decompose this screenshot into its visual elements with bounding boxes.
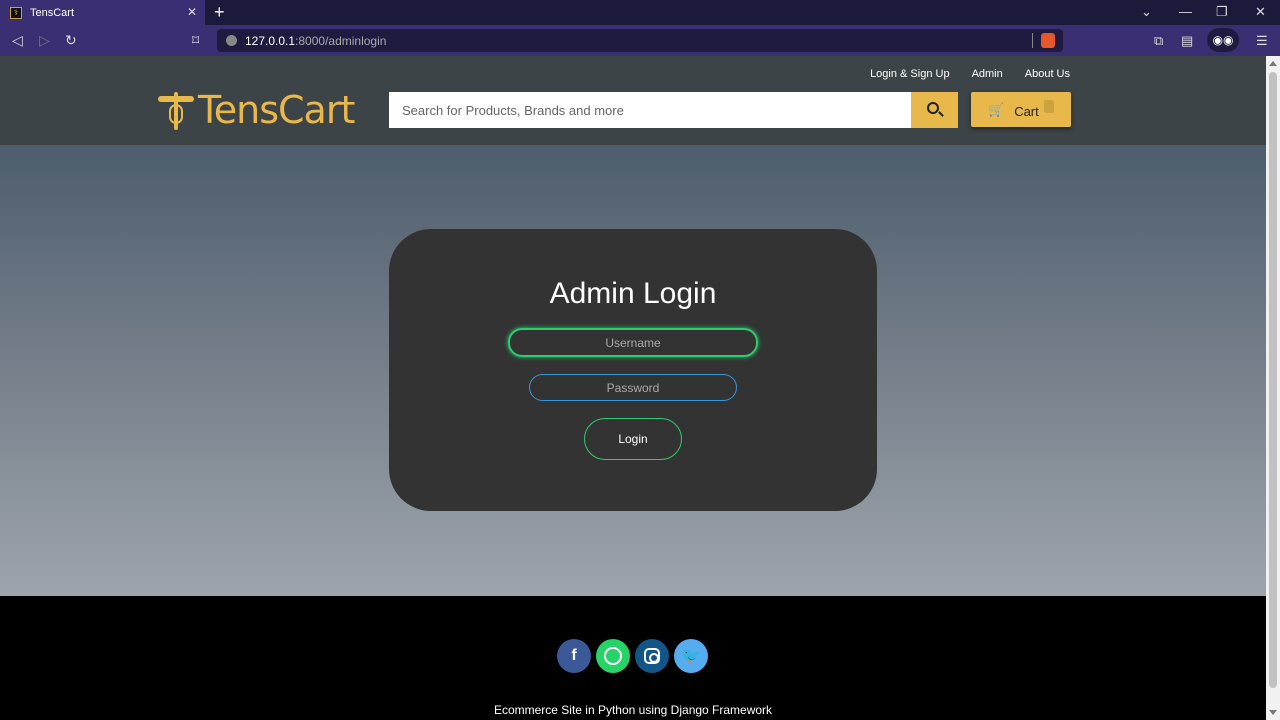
- search-icon: [926, 102, 939, 114]
- scroll-up-icon[interactable]: [1269, 61, 1277, 66]
- forward-icon[interactable]: ▷: [39, 32, 50, 49]
- menu-icon[interactable]: ☰: [1256, 33, 1268, 49]
- url-separator: [1032, 33, 1033, 48]
- social-links: f 🐦: [557, 639, 708, 673]
- username-input[interactable]: [508, 328, 758, 357]
- url-path: :8000/adminlogin: [295, 33, 387, 48]
- footer-caption: Ecommerce Site in Python using Django Fr…: [493, 703, 773, 717]
- extensions-icon[interactable]: ⧉: [1154, 33, 1163, 49]
- cart-badge: [1044, 100, 1054, 113]
- site-info-icon[interactable]: [226, 35, 237, 46]
- main-content: Admin Login Login: [0, 145, 1266, 596]
- tab-close-icon[interactable]: ✕: [187, 5, 197, 19]
- page-scrollbar[interactable]: [1266, 56, 1280, 720]
- login-title: Admin Login: [549, 277, 717, 310]
- nav-login-signup-link[interactable]: Login & Sign Up: [870, 68, 950, 80]
- site-header: Login & Sign Up Admin About Us TensCart …: [0, 56, 1266, 145]
- nav-admin-link[interactable]: Admin: [972, 68, 1003, 80]
- brave-shields-icon[interactable]: [1041, 33, 1055, 48]
- caduceus-icon: [158, 90, 194, 130]
- tab-title: TensCart: [30, 6, 75, 19]
- scrollbar-thumb[interactable]: [1269, 72, 1277, 688]
- search-input[interactable]: [389, 92, 911, 128]
- browser-toolbar: ◁ ▷ ↻ ⌑ 127.0.0.1:8000/adminlogin ⧉ ▤ ◉◉…: [0, 25, 1280, 56]
- maximize-icon[interactable]: ❐: [1216, 4, 1228, 20]
- twitter-icon[interactable]: 🐦: [674, 639, 708, 673]
- new-tab-icon[interactable]: +: [214, 2, 225, 23]
- login-button[interactable]: Login: [584, 418, 682, 460]
- tab-list-chevron-icon[interactable]: ⌄: [1141, 4, 1152, 20]
- brand-name: TensCart: [198, 88, 355, 132]
- minimize-icon[interactable]: —: [1179, 4, 1192, 19]
- site-logo[interactable]: TensCart: [158, 88, 355, 132]
- address-bar[interactable]: 127.0.0.1:8000/adminlogin: [217, 29, 1063, 52]
- sidebar-icon[interactable]: ▤: [1181, 33, 1193, 49]
- tab-favicon-icon: ⚕: [10, 6, 22, 19]
- instagram-icon[interactable]: [635, 639, 669, 673]
- password-input[interactable]: [529, 374, 737, 401]
- top-nav: Login & Sign Up Admin About Us: [870, 68, 1070, 80]
- bookmark-icon[interactable]: ⌑: [192, 32, 199, 49]
- login-card: Admin Login Login: [389, 229, 877, 511]
- browser-tab[interactable]: ⚕ TensCart ✕: [0, 0, 205, 25]
- facebook-icon[interactable]: f: [557, 639, 591, 673]
- window-close-icon[interactable]: ✕: [1255, 4, 1266, 20]
- scroll-down-icon[interactable]: [1269, 710, 1277, 715]
- browser-tabbar: ⚕ TensCart ✕ + ⌄ — ❐ ✕: [0, 0, 1280, 25]
- reload-icon[interactable]: ↻: [65, 32, 77, 49]
- nav-about-link[interactable]: About Us: [1025, 68, 1070, 80]
- private-glasses-icon[interactable]: ◉◉: [1207, 28, 1239, 52]
- cart-button[interactable]: 🛒 Cart: [971, 92, 1071, 127]
- url-host: 127.0.0.1: [245, 33, 296, 48]
- whatsapp-icon[interactable]: [596, 639, 630, 673]
- cart-label: Cart: [1014, 104, 1039, 119]
- site-footer: f 🐦 Ecommerce Site in Python using Djang…: [0, 596, 1266, 720]
- search-button[interactable]: [911, 92, 958, 128]
- page-viewport: Login & Sign Up Admin About Us TensCart …: [0, 56, 1266, 720]
- back-icon[interactable]: ◁: [12, 32, 23, 49]
- cart-icon: 🛒: [988, 101, 1005, 117]
